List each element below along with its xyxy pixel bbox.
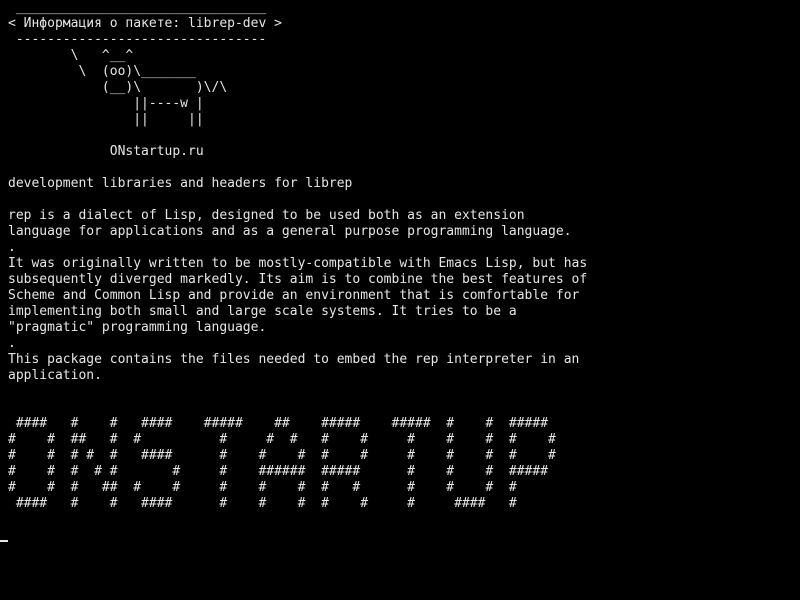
terminal-screen[interactable]: ________________________________ < Инфор… (0, 0, 800, 600)
description-line: rep is a dialect of Lisp, designed to be… (8, 208, 525, 223)
description-line: . (8, 240, 16, 255)
banner-art-line: # # # ## # # # # # # # # # # # (8, 480, 517, 495)
description-line: language for applications and as a gener… (8, 224, 572, 239)
description-line: "pragmatic" programming language. (8, 320, 267, 335)
description-line: implementing both small and large scale … (8, 304, 517, 319)
banner-art-line: # # # # # #### # # # # # # # # # # (8, 448, 556, 463)
description-line: Scheme and Common Lisp and provide an en… (8, 288, 580, 303)
description-line: application. (8, 368, 102, 383)
description-line: It was originally written to be mostly-c… (8, 256, 588, 271)
description-line: . (8, 336, 16, 351)
cow-art-line: || || (8, 112, 204, 127)
description-line: subsequently diverged markedly. Its aim … (8, 272, 588, 287)
text-cursor (0, 540, 8, 542)
cow-art-line: \ ^__^ (8, 48, 134, 63)
site-name: ONstartup.ru (8, 144, 204, 159)
package-summary: development libraries and headers for li… (8, 176, 353, 191)
cowsay-message: < Информация о пакете: librep-dev > (8, 16, 282, 31)
banner-art-line: #### # # #### # # # # # # #### # (8, 496, 517, 511)
banner-art-line: # # # # # # # ###### ##### # # # ##### (8, 464, 549, 479)
description-line: This package contains the files needed t… (8, 352, 580, 367)
cow-art-line: ||----w | (8, 96, 204, 111)
cow-art-line: \ (oo)\_______ (8, 64, 196, 79)
banner-art-line: # # ## # # # # # # # # # # # # (8, 432, 556, 447)
banner-art-line: #### # # #### ##### ## ##### ##### # # #… (8, 416, 549, 431)
cow-art-line: (__)\ )\/\ (8, 80, 228, 95)
cowsay-top-border: ________________________________ (8, 0, 267, 15)
cowsay-bottom-border: -------------------------------- (8, 32, 267, 47)
